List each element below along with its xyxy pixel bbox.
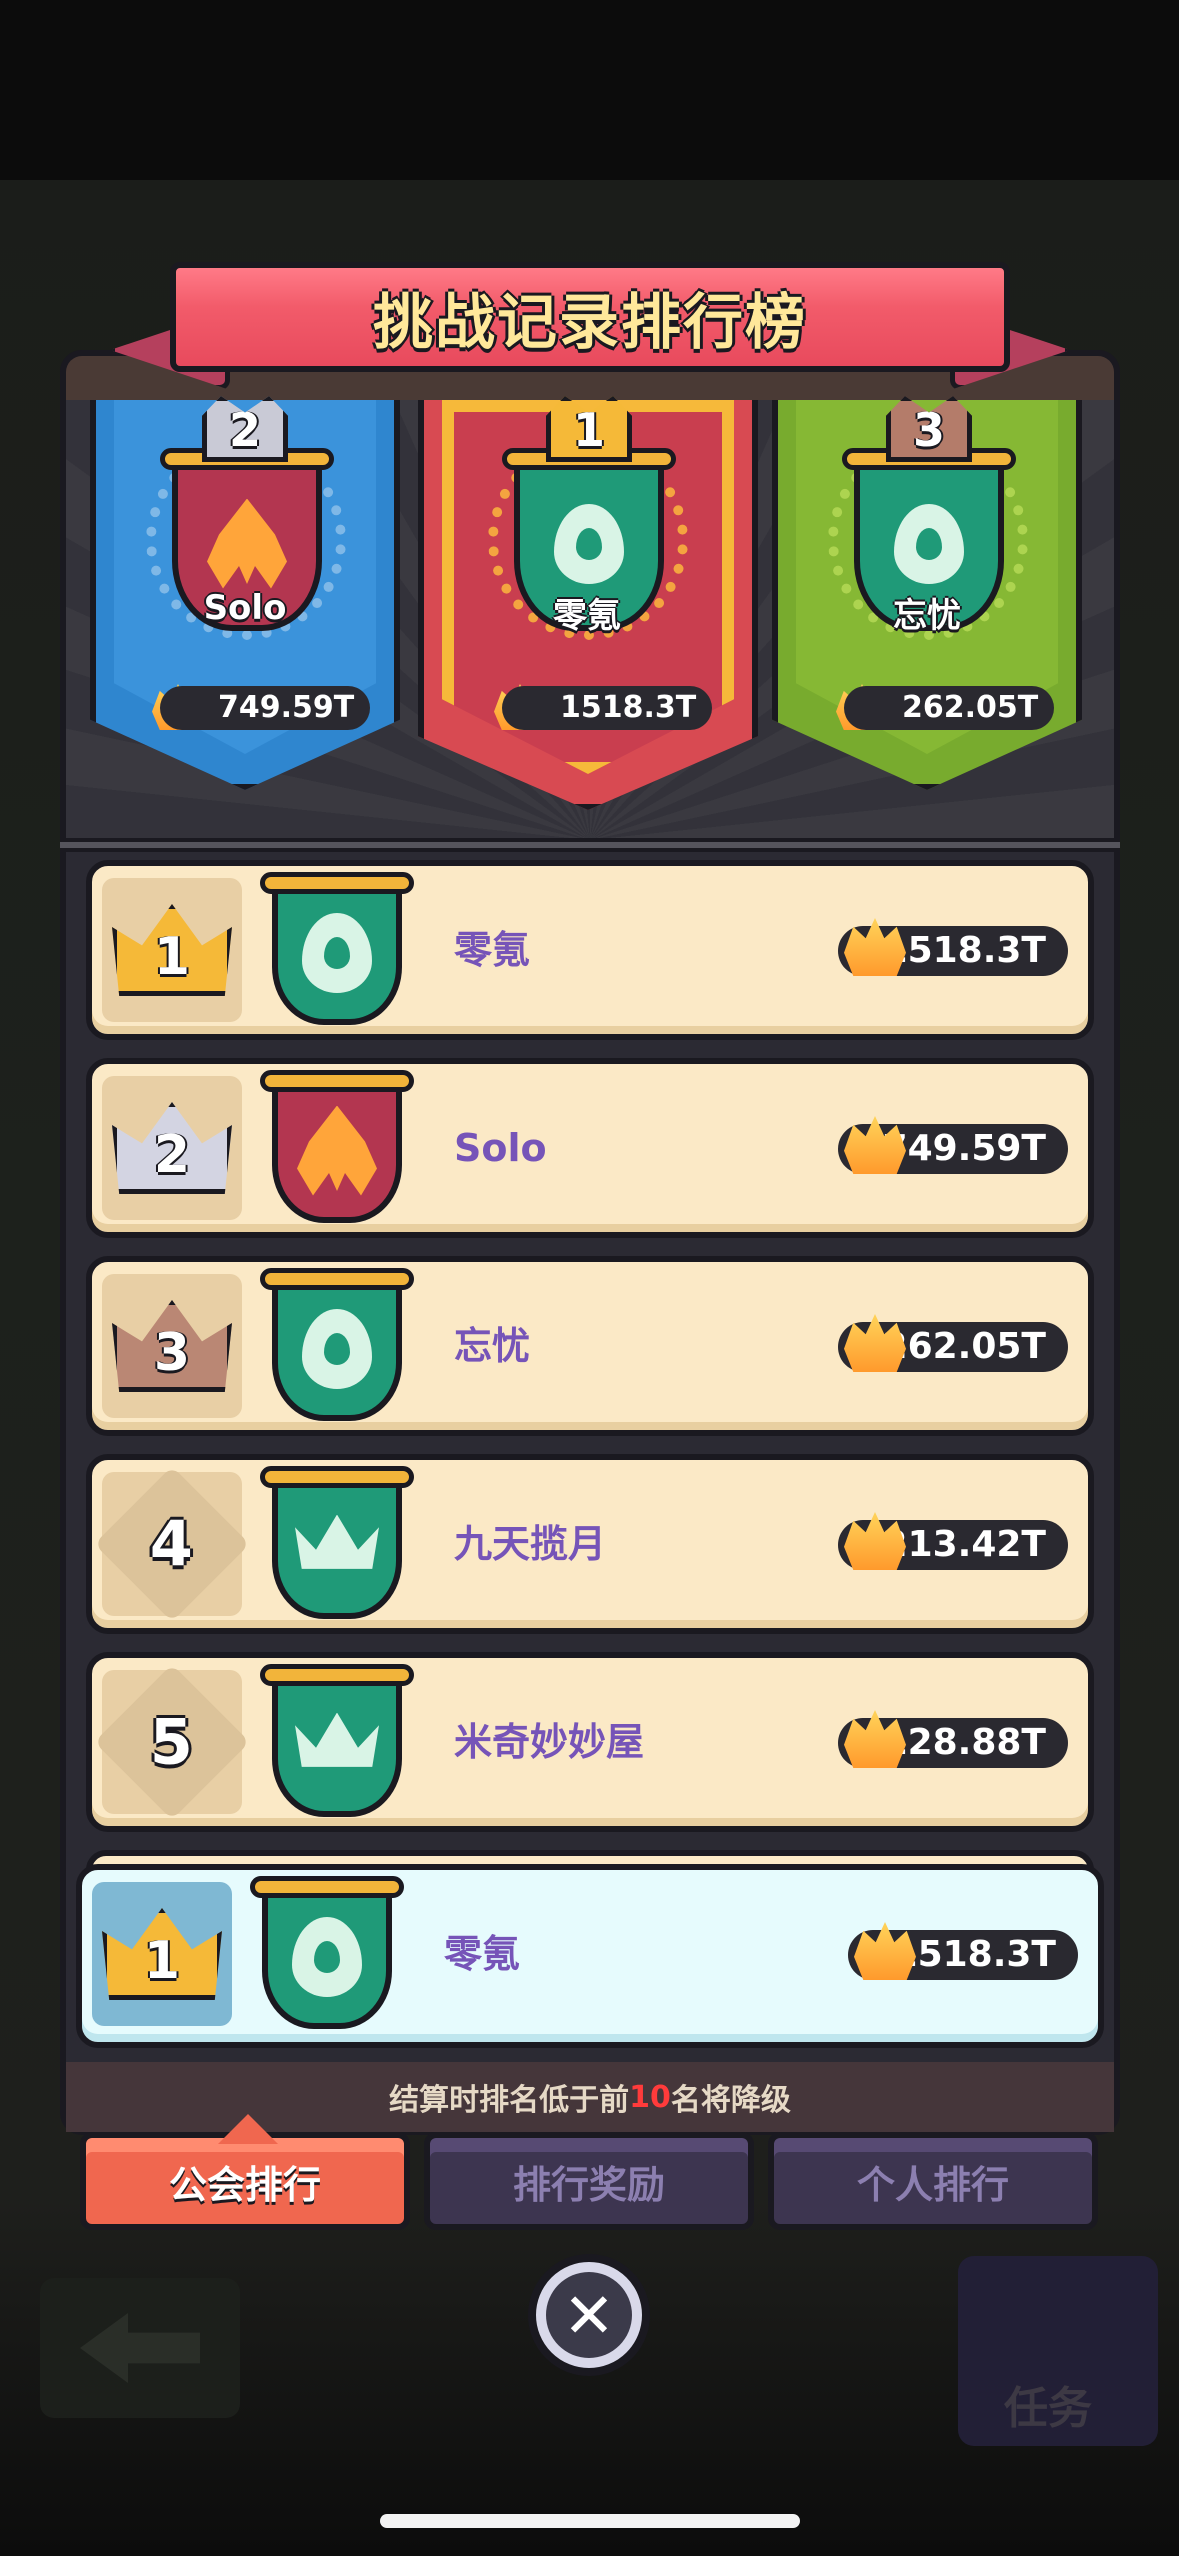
my-guild-row[interactable]: 1 零氪 1518.3T [76,1864,1104,2048]
tab-bar: 公会排行 排行奖励 个人排行 [80,2114,1100,2232]
silver-crown-icon: 2 [112,1102,232,1194]
guild-banner-icon [260,1070,414,1223]
page-title: 挑战记录排行榜 [373,287,807,358]
guild-name: 米奇妙妙屋 [454,1720,645,1764]
task-label: 任务 [1004,2383,1092,2434]
tab-ranking-rewards[interactable]: 排行奖励 [424,2132,754,2230]
drop-emblem-icon [554,503,624,584]
back-arrow-icon [80,2313,200,2383]
guild-banner-icon [260,1664,414,1817]
list-item[interactable]: 2 Solo 749.59T [86,1058,1094,1238]
list-item[interactable]: 4 九天揽月 213.42T [86,1454,1094,1634]
podium-divider [60,838,1120,852]
close-button[interactable]: ✕ [528,2254,650,2376]
demotion-notice: 结算时排名低于前 10 名将降级 [66,2062,1114,2132]
crown-emblem-icon [295,1712,379,1767]
list-item[interactable]: 3 忘忧 262.05T [86,1256,1094,1436]
bronze-crown-icon: 3 [112,1300,232,1392]
drop-emblem-icon [894,503,964,584]
gold-crown-icon: 1 [112,904,232,996]
guild-name: 九天揽月 [454,1522,607,1566]
fire-emblem-icon [297,1105,377,1196]
guild-name: 零氪 [454,928,531,972]
drop-emblem-icon [302,1308,372,1389]
tab-personal-ranking[interactable]: 个人排行 [768,2132,1098,2230]
podium-name-2nd: Solo [203,588,287,628]
podium-name-3rd: 忘忧 [893,596,961,636]
guild-banner-icon [260,1268,414,1421]
guild-banner-icon [260,872,414,1025]
crown-emblem-icon [295,1514,379,1569]
fire-emblem-icon [207,498,287,589]
gold-crown-icon: 1 [102,1908,222,2000]
guild-banner-icon [260,1466,414,1619]
my-guild-name: 零氪 [444,1932,521,1976]
guild-banner-icon [250,1876,404,2029]
back-button[interactable] [40,2278,240,2418]
podium-score-2nd: 749.59T [160,686,371,730]
close-icon: ✕ [546,2272,632,2358]
podium-score-3rd: 262.05T [844,686,1055,730]
diamond-icon: 5 [94,1664,250,1820]
guild-name: 忘忧 [454,1324,531,1368]
list-item[interactable]: 1 零氪 1518.3T [86,860,1094,1040]
home-indicator[interactable] [380,2514,800,2528]
list-item[interactable]: 5 米奇妙妙屋 128.88T [86,1652,1094,1832]
drop-emblem-icon [302,912,372,993]
diamond-icon: 4 [94,1466,250,1622]
drop-emblem-icon [292,1916,362,1997]
title-banner: 挑战记录排行榜 [110,262,1070,402]
guild-name: Solo [454,1126,547,1170]
podium-score-1st: 1518.3T [502,686,713,730]
tab-guild-ranking[interactable]: 公会排行 [80,2114,410,2230]
podium-name-1st: 零氪 [553,596,621,636]
